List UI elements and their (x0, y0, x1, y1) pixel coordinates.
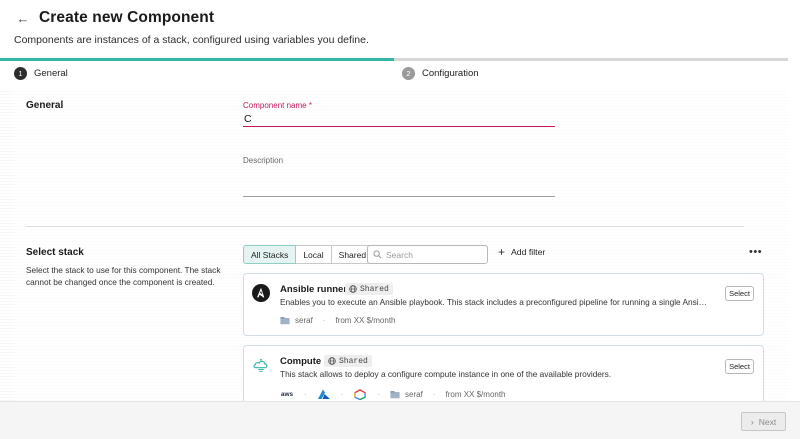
section-divider (26, 226, 744, 227)
shared-badge-label: Shared (360, 284, 389, 294)
page-subtitle: Components are instances of a stack, con… (14, 34, 369, 46)
stack-card-compute[interactable]: Compute Shared This stack allows to depl… (243, 345, 764, 401)
general-section-title: General (26, 100, 64, 111)
filter-tab-local[interactable]: Local (295, 245, 332, 264)
select-stack-button[interactable]: Select (725, 286, 754, 301)
meta-separator: · (322, 316, 326, 325)
next-label: Next (758, 416, 777, 427)
stack-owner: seraf (295, 316, 313, 325)
shared-badge: Shared (324, 355, 372, 367)
select-stack-title: Select stack (26, 247, 84, 258)
chevron-right-icon: › (750, 416, 754, 427)
add-filter-button[interactable]: + Add filter (498, 245, 546, 259)
component-name-input[interactable] (243, 111, 555, 127)
compute-cloud-logo-icon (253, 358, 268, 372)
page-title: Create new Component (39, 9, 215, 26)
search-input[interactable] (386, 249, 486, 260)
stack-description: Enables you to execute an Ansible playbo… (280, 297, 710, 307)
stack-owner: seraf (405, 390, 423, 399)
next-button[interactable]: › Next (741, 412, 786, 431)
back-arrow-icon[interactable]: ← (14, 9, 32, 27)
ansible-logo-icon (252, 284, 270, 302)
globe-icon (328, 357, 336, 365)
search-icon (373, 250, 382, 259)
shared-badge-label: Shared (339, 356, 368, 366)
filter-tab-all-stacks[interactable]: All Stacks (243, 245, 297, 264)
select-stack-description: Select the stack to use for this compone… (26, 265, 221, 287)
globe-icon (349, 285, 357, 293)
scrollbar[interactable] (788, 61, 800, 401)
step-configuration[interactable]: 2 Configuration (402, 67, 479, 80)
wizard-steps: 1 General 2 Configuration (0, 61, 800, 89)
meta-separator: · (377, 390, 381, 399)
description-label: Description (243, 156, 284, 165)
organization-icon (390, 391, 400, 399)
stack-name: Ansible runner (280, 284, 348, 295)
stack-meta: aws · · · seraf · from XX $/month (280, 389, 506, 400)
step-general[interactable]: 1 General (14, 67, 68, 80)
form-panel: General Component name * Description Sel… (13, 89, 788, 401)
form-scroll-area[interactable]: General Component name * Description Sel… (0, 89, 788, 401)
stack-name: Compute (280, 356, 322, 367)
select-stack-button[interactable]: Select (725, 359, 754, 374)
step-number-badge: 1 (14, 67, 27, 80)
stack-price: from XX $/month (445, 390, 506, 399)
stack-price: from XX $/month (335, 316, 396, 325)
page-header: ← Create new Component Components are in… (0, 0, 800, 58)
organization-icon (280, 317, 290, 325)
gcp-logo-icon (354, 389, 367, 400)
stack-description: This stack allows to deploy a configure … (280, 369, 612, 379)
stack-meta: seraf · from XX $/month (280, 316, 396, 325)
component-name-label: Component name * (243, 101, 312, 110)
add-filter-label: Add filter (511, 247, 546, 257)
step-number-badge: 2 (402, 67, 415, 80)
plus-icon: + (498, 245, 506, 259)
stack-search-box[interactable] (367, 245, 488, 264)
meta-separator: · (340, 390, 344, 399)
more-options-button[interactable]: ••• (749, 247, 762, 258)
meta-separator: · (432, 390, 436, 399)
azure-logo-icon (317, 389, 330, 399)
step-label: Configuration (422, 68, 479, 79)
shared-badge: Shared (345, 283, 393, 295)
wizard-footer: › Next (0, 401, 800, 439)
description-input[interactable] (243, 169, 555, 197)
aws-logo-icon: aws (280, 391, 294, 398)
meta-separator: · (304, 390, 307, 399)
step-label: General (34, 68, 68, 79)
stack-filter-tabs: All Stacks Local Shared (243, 245, 375, 264)
stack-card-ansible-runner[interactable]: Ansible runner Shared Enables you to exe… (243, 273, 764, 336)
